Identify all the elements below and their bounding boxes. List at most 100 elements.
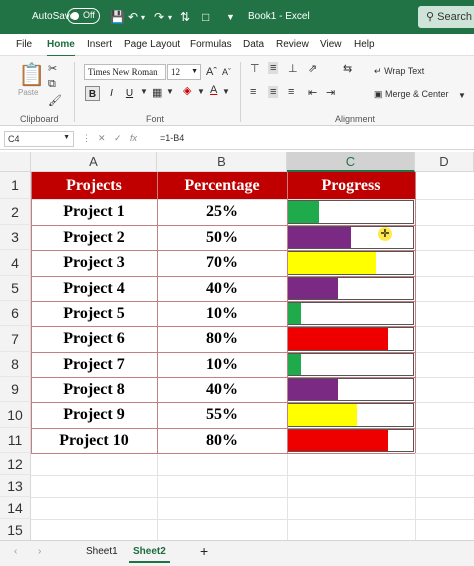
name-box[interactable]: C4 ▼ xyxy=(4,131,74,147)
project-name-cell[interactable]: Project 6 xyxy=(31,326,157,352)
project-name-cell[interactable]: Project 4 xyxy=(31,276,157,301)
header-percentage[interactable]: Percentage xyxy=(157,172,287,199)
cancel-icon[interactable]: ✕ xyxy=(98,133,106,144)
fill-color-icon[interactable]: ◈ xyxy=(183,84,191,97)
row-header-9[interactable]: 9 xyxy=(0,377,31,402)
cut-icon[interactable]: ✂ xyxy=(48,62,57,75)
header-projects[interactable]: Projects xyxy=(31,172,157,199)
progress-bar-cell[interactable] xyxy=(287,378,414,401)
bold-button[interactable]: B xyxy=(85,86,100,101)
copy-icon[interactable]: ⧉ xyxy=(48,78,56,91)
scroll-right-icon[interactable]: › xyxy=(38,546,41,557)
fill-color-dropdown-icon[interactable]: ▼ xyxy=(197,87,205,96)
row-header-4[interactable]: 4 xyxy=(0,250,31,276)
column-header-a[interactable]: A xyxy=(31,152,157,172)
progress-bar-cell[interactable] xyxy=(287,277,414,300)
align-middle-icon[interactable]: ≡ xyxy=(268,62,279,74)
row-header-3[interactable]: 3 xyxy=(0,225,31,250)
percentage-cell[interactable]: 80% xyxy=(157,428,287,453)
tab-help[interactable]: Help xyxy=(354,39,375,50)
row-header-5[interactable]: 5 xyxy=(0,276,31,301)
progress-bar-cell[interactable] xyxy=(287,226,414,249)
row-header-1[interactable]: 1 xyxy=(0,172,31,199)
font-color-dropdown-icon[interactable]: ▼ xyxy=(222,87,230,96)
search-box[interactable]: ⚲ Search xyxy=(418,6,474,28)
redo-icon[interactable]: ↷ xyxy=(154,10,164,24)
underline-button[interactable]: U xyxy=(122,86,137,101)
column-header-d[interactable]: D xyxy=(415,152,474,172)
tab-insert[interactable]: Insert xyxy=(87,39,112,50)
row-header-6[interactable]: 6 xyxy=(0,301,31,326)
increase-font-icon[interactable]: Aˆ xyxy=(206,66,217,78)
tab-data[interactable]: Data xyxy=(243,39,264,50)
redo-dropdown-icon[interactable]: ▾ xyxy=(168,13,172,22)
wrap-text-button[interactable]: ↵ Wrap Text xyxy=(374,66,424,77)
percentage-cell[interactable]: 25% xyxy=(157,199,287,225)
borders-icon[interactable]: ▦ xyxy=(152,86,162,99)
tab-file[interactable]: File xyxy=(16,39,32,50)
undo-icon[interactable]: ↶ xyxy=(128,10,138,24)
underline-dropdown-icon[interactable]: ▼ xyxy=(140,87,148,96)
scroll-left-icon[interactable]: ‹ xyxy=(14,546,17,557)
enter-icon[interactable]: ✓ xyxy=(114,133,122,144)
column-header-b[interactable]: B xyxy=(157,152,287,172)
decrease-font-icon[interactable]: Aˇ xyxy=(222,67,231,77)
align-top-icon[interactable]: ⊤ xyxy=(250,62,260,75)
merge-dropdown-icon[interactable]: ▼ xyxy=(458,91,466,100)
progress-bar-cell[interactable] xyxy=(287,200,414,224)
row-header-8[interactable]: 8 xyxy=(0,352,31,377)
borders-dropdown-icon[interactable]: ▼ xyxy=(166,87,174,96)
font-name-select[interactable]: Times New Roman xyxy=(84,64,166,80)
row-header-10[interactable]: 10 xyxy=(0,402,31,428)
percentage-cell[interactable]: 10% xyxy=(157,352,287,377)
project-name-cell[interactable]: Project 5 xyxy=(31,301,157,326)
project-name-cell[interactable]: Project 9 xyxy=(31,402,157,428)
project-name-cell[interactable]: Project 10 xyxy=(31,428,157,453)
sheet-tab-sheet1[interactable]: Sheet1 xyxy=(86,546,118,557)
font-color-icon[interactable]: A xyxy=(210,84,217,96)
project-name-cell[interactable]: Project 3 xyxy=(31,250,157,276)
autosave-toggle[interactable]: Off xyxy=(67,8,100,24)
row-header-13[interactable]: 13 xyxy=(0,475,31,497)
save-icon[interactable]: 💾 xyxy=(110,10,125,24)
tab-page-layout[interactable]: Page Layout xyxy=(124,39,180,50)
insert-function-icon[interactable]: fx xyxy=(130,133,137,143)
undo-dropdown-icon[interactable]: ▾ xyxy=(141,13,145,22)
percentage-cell[interactable]: 70% xyxy=(157,250,287,276)
project-name-cell[interactable]: Project 1 xyxy=(31,199,157,225)
align-left-icon[interactable]: ≡ xyxy=(250,86,256,98)
tab-home[interactable]: Home xyxy=(47,39,75,57)
row-header-7[interactable]: 7 xyxy=(0,326,31,352)
progress-bar-cell[interactable] xyxy=(287,302,414,325)
project-name-cell[interactable]: Project 8 xyxy=(31,377,157,402)
increase-indent-icon[interactable]: ⇥ xyxy=(326,86,335,99)
project-name-cell[interactable]: Project 7 xyxy=(31,352,157,377)
column-header-c[interactable]: C xyxy=(287,152,415,172)
percentage-cell[interactable]: 10% xyxy=(157,301,287,326)
font-size-select[interactable]: 12 ▼ xyxy=(167,64,201,80)
percentage-cell[interactable]: 40% xyxy=(157,276,287,301)
progress-bar-cell[interactable] xyxy=(287,327,414,351)
percentage-cell[interactable]: 80% xyxy=(157,326,287,352)
merge-center-button[interactable]: ▣ Merge & Center xyxy=(374,89,449,100)
header-progress[interactable]: Progress xyxy=(287,172,415,199)
align-right-icon[interactable]: ≡ xyxy=(288,86,294,98)
shape-icon[interactable]: □ xyxy=(202,10,209,24)
progress-bar-cell[interactable] xyxy=(287,403,414,427)
progress-bar-cell[interactable] xyxy=(287,353,414,376)
tab-review[interactable]: Review xyxy=(276,39,309,50)
align-center-icon[interactable]: ≡ xyxy=(268,86,279,98)
select-all-corner[interactable] xyxy=(0,152,31,172)
add-sheet-icon[interactable]: + xyxy=(200,543,208,559)
italic-button[interactable]: I xyxy=(104,86,119,101)
sort-icon[interactable]: ⇅ xyxy=(180,10,190,24)
decrease-indent-icon[interactable]: ⇤ xyxy=(308,86,317,99)
formula-input[interactable]: =1-B4 xyxy=(160,133,184,143)
row-header-11[interactable]: 11 xyxy=(0,428,31,453)
row-header-15[interactable]: 15 xyxy=(0,519,31,541)
row-header-12[interactable]: 12 xyxy=(0,453,31,475)
indent-icon[interactable]: ⇆ xyxy=(343,62,352,75)
percentage-cell[interactable]: 55% xyxy=(157,402,287,428)
align-bottom-icon[interactable]: ⊥ xyxy=(288,62,298,75)
row-header-14[interactable]: 14 xyxy=(0,497,31,519)
